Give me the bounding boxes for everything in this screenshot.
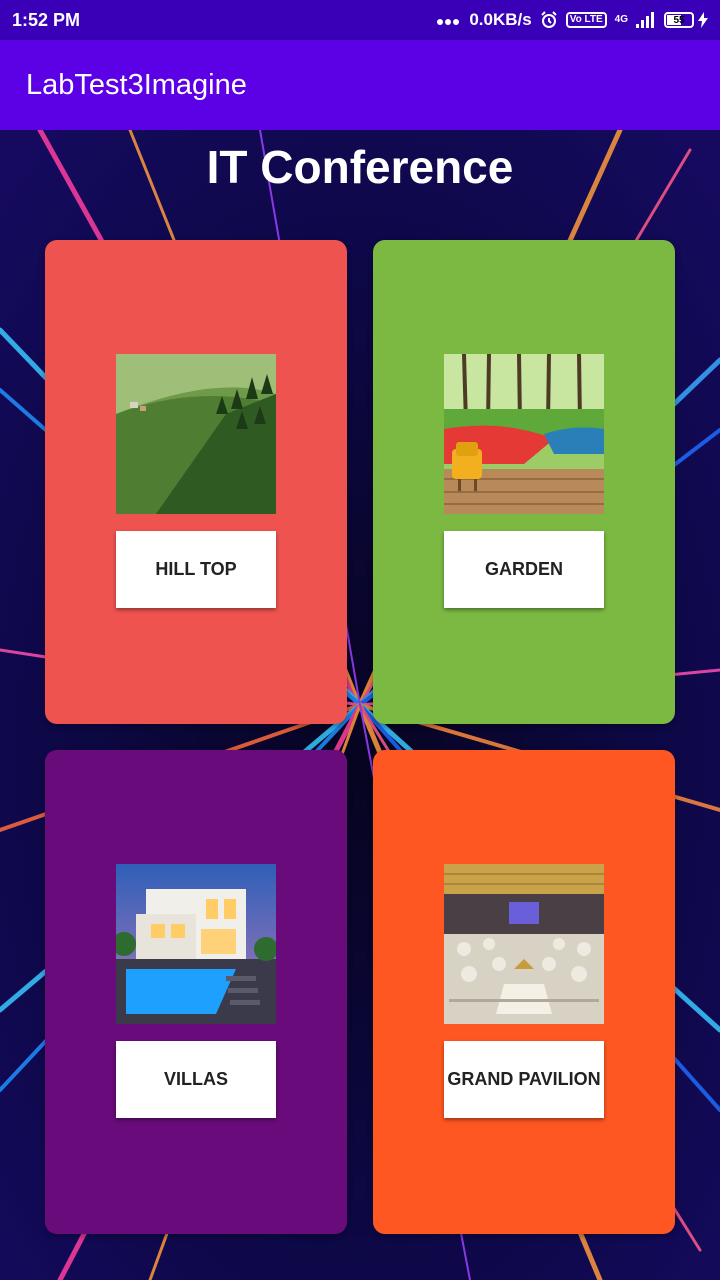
app-title: LabTest3Imagine [26,68,247,101]
garden-image [444,354,604,514]
volte-badge: Vo LTE [565,12,607,28]
battery-indicator: 55 [664,12,708,28]
net-speed: 0.0KB/s [469,10,532,29]
app-bar: LabTest3Imagine [0,40,720,130]
battery-icon: 55 [664,12,694,28]
grand-pavilion-image [444,864,604,1024]
charging-icon [698,12,708,28]
venue-card-villas: VILLAS [45,750,347,1234]
status-icons: 0.0KB/s Vo LTE 4G 55 [437,10,708,30]
status-time: 1:52 PM [12,9,81,30]
garden-button[interactable]: GARDEN [444,531,604,608]
venue-card-garden: GARDEN [373,240,675,724]
signal-icon [636,12,654,28]
network-type: 4G [614,14,628,25]
villas-button[interactable]: VILLAS [116,1041,276,1118]
grand-pavilion-button[interactable]: GRAND PAVILION [444,1041,604,1118]
alarm-icon [540,11,557,28]
hill-top-button[interactable]: HILL TOP [116,531,276,608]
hill-top-image [116,354,276,514]
screen: 1:52 PM 0.0KB/s Vo LTE 4G 55 LabTest3Ima… [0,0,720,1280]
main-content: IT Conference HILL TOP GARDEN VILLAS GRA… [0,130,720,1280]
venue-card-grand-pavilion: GRAND PAVILION [373,750,675,1234]
venue-card-hill-top: HILL TOP [45,240,347,724]
battery-level: 55 [673,14,685,26]
status-bar: 1:52 PM 0.0KB/s Vo LTE 4G 55 [0,0,720,40]
page-title: IT Conference [206,141,514,193]
more-dots-icon [437,10,461,30]
villas-image [116,864,276,1024]
